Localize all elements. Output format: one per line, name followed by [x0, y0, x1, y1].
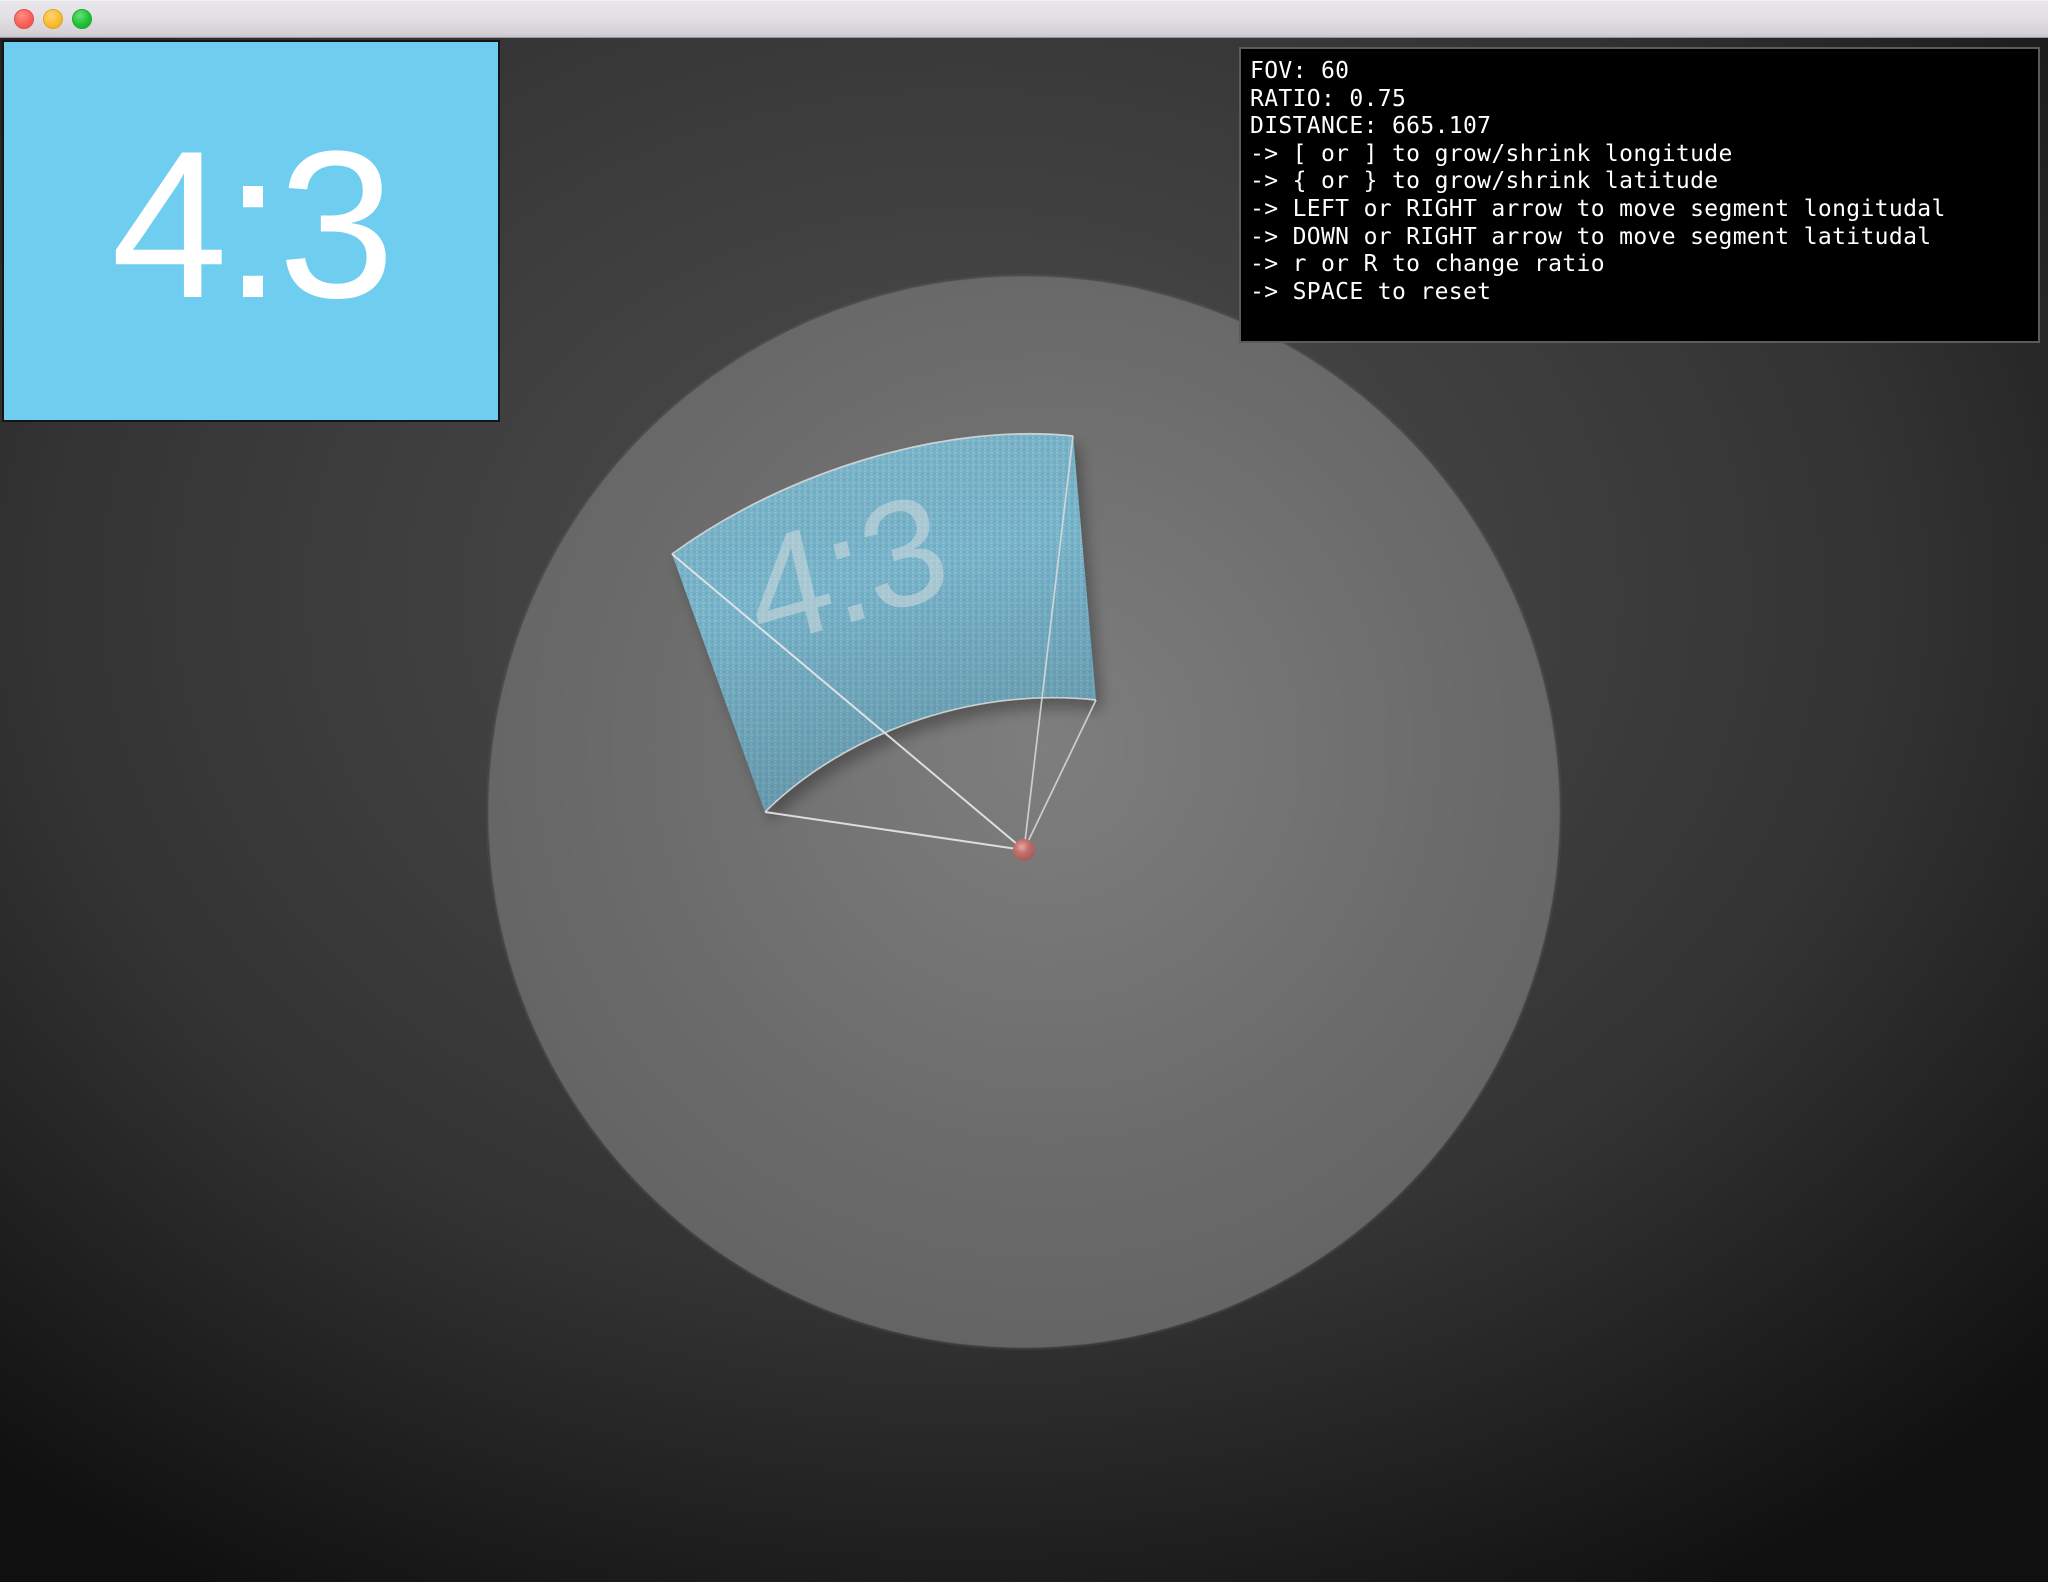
hud-hint-reset: -> SPACE to reset: [1250, 278, 1492, 305]
hud-overlay-panel: FOV: 60 RATIO: 0.75 DISTANCE: 665.107 ->…: [1239, 47, 2040, 343]
application-window: 4:3 4:3 FOV: 60 RATIO: 0.75 DISTANCE: 66…: [0, 0, 2048, 1582]
texture-preview-panel: 4:3: [2, 40, 500, 422]
minimize-window-button[interactable]: [43, 9, 63, 29]
hud-line-distance: DISTANCE: 665.107: [1250, 113, 1492, 140]
hud-line-ratio: RATIO: 0.75: [1250, 85, 1407, 112]
window-titlebar: [0, 0, 2048, 38]
hud-hint-move-longitudal: -> LEFT or RIGHT arrow to move segment l…: [1250, 195, 1946, 222]
hud-hint-move-latitudal: -> DOWN or RIGHT arrow to move segment l…: [1250, 223, 1932, 250]
window-controls: [14, 9, 92, 29]
hud-hint-longitude-size: -> [ or ] to grow/shrink longitude: [1250, 140, 1733, 167]
maximize-window-button[interactable]: [72, 9, 92, 29]
hud-line-fov: FOV: 60: [1250, 58, 1350, 84]
hud-hint-latitude-size: -> { or } to grow/shrink latitude: [1250, 168, 1719, 195]
hud-hint-change-ratio: -> r or R to change ratio: [1250, 251, 1605, 278]
gl-viewport[interactable]: 4:3 4:3 FOV: 60 RATIO: 0.75 DISTANCE: 66…: [0, 38, 2048, 1582]
close-window-button[interactable]: [14, 9, 34, 29]
sphere-object: [488, 276, 1560, 1348]
texture-preview-label: 4:3: [111, 107, 395, 342]
